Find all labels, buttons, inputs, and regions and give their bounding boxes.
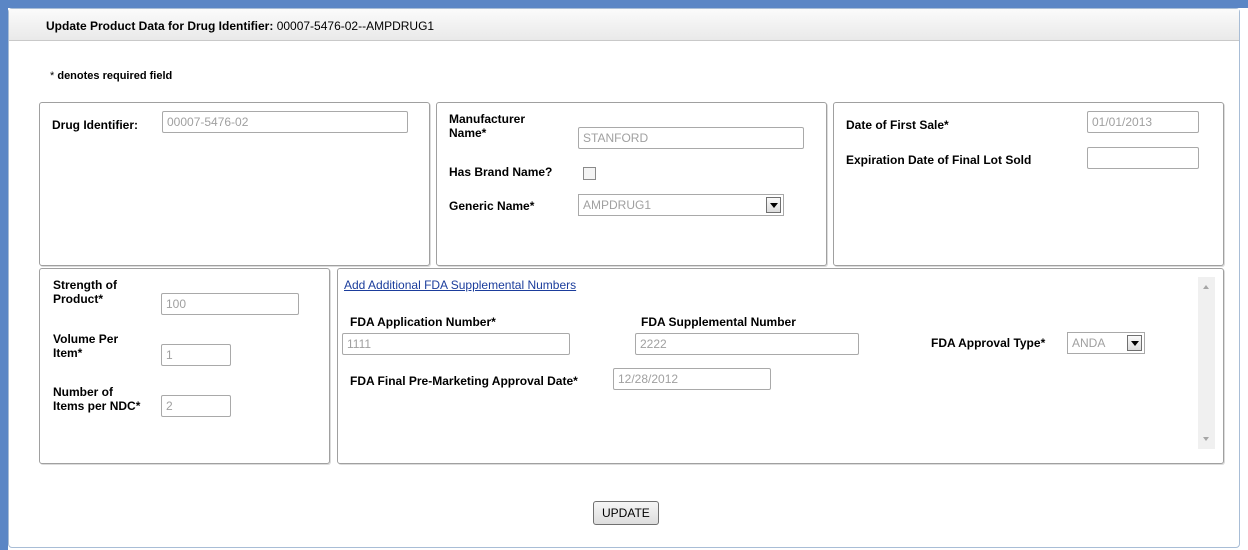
has-brand-name-label: Has Brand Name?: [449, 165, 553, 179]
manufacturer-panel: Manufacturer Name* STANFORD Has Brand Na…: [436, 102, 827, 266]
dates-panel: Date of First Sale* 01/01/2013 Expiratio…: [833, 102, 1224, 266]
fda-supplemental-number-input[interactable]: 2222: [635, 333, 859, 355]
strength-input[interactable]: 100: [161, 293, 299, 315]
fda-panel-scrollbar[interactable]: [1198, 277, 1215, 449]
window-left-border: [0, 0, 8, 550]
items-per-ndc-input[interactable]: 2: [161, 395, 231, 417]
chevron-down-icon[interactable]: [1127, 335, 1142, 351]
fda-approval-type-label: FDA Approval Type*: [931, 336, 1046, 350]
fda-supplemental-number-label: FDA Supplemental Number: [641, 315, 796, 329]
expiration-date-label: Expiration Date of Final Lot Sold: [846, 153, 1032, 167]
manufacturer-name-label: Manufacturer Name*: [449, 112, 526, 140]
required-star: *: [50, 70, 55, 82]
manufacturer-name-input[interactable]: STANFORD: [578, 127, 804, 149]
fda-application-number-label: FDA Application Number*: [350, 315, 496, 329]
fda-application-number-input[interactable]: 1111: [342, 333, 570, 355]
fda-approval-type-value: ANDA: [1072, 336, 1106, 350]
title-drug-id: 00007-5476-02--AMPDRUG1: [276, 19, 435, 33]
form-header: Update Product Data for Drug Identifier:…: [9, 9, 1239, 41]
drug-identifier-label: Drug Identifier:: [52, 118, 138, 132]
drug-identifier-panel: Drug Identifier: 00007-5476-02: [39, 102, 430, 266]
title-prefix: Update Product Data for Drug Identifier:: [46, 19, 274, 33]
has-brand-name-checkbox[interactable]: [583, 167, 596, 180]
fda-final-approval-date-label: FDA Final Pre-Marketing Approval Date*: [350, 374, 578, 388]
date-first-sale-label: Date of First Sale*: [846, 118, 949, 132]
drug-identifier-input[interactable]: 00007-5476-02: [162, 111, 408, 133]
generic-name-label: Generic Name*: [449, 199, 535, 213]
scroll-up-icon[interactable]: [1203, 285, 1209, 289]
chevron-down-icon[interactable]: [766, 197, 781, 213]
volume-per-item-label: Volume Per Item*: [53, 332, 119, 360]
generic-name-select[interactable]: AMPDRUG1: [578, 194, 784, 216]
volume-per-item-input[interactable]: 1: [161, 344, 231, 366]
page-title: Update Product Data for Drug Identifier:…: [46, 19, 434, 33]
expiration-date-input[interactable]: [1087, 147, 1199, 169]
strength-label: Strength of Product*: [53, 278, 117, 306]
items-per-ndc-label: Number of Items per NDC*: [53, 385, 141, 413]
fda-final-approval-date-input[interactable]: 12/28/2012: [613, 368, 771, 390]
update-button[interactable]: UPDATE: [593, 501, 659, 525]
window-top-border: [0, 0, 1248, 8]
add-fda-supplemental-link[interactable]: Add Additional FDA Supplemental Numbers: [344, 278, 576, 292]
date-first-sale-input[interactable]: 01/01/2013: [1087, 111, 1199, 133]
required-note-text: denotes required field: [57, 70, 173, 82]
strength-panel: Strength of Product* 100 Volume Per Item…: [39, 268, 330, 464]
fda-approval-type-select[interactable]: ANDA: [1067, 332, 1145, 354]
generic-name-value: AMPDRUG1: [583, 198, 652, 212]
fda-panel: Add Additional FDA Supplemental Numbers …: [337, 268, 1224, 464]
scroll-down-icon[interactable]: [1203, 437, 1209, 441]
required-field-note: * denotes required field: [50, 70, 172, 82]
